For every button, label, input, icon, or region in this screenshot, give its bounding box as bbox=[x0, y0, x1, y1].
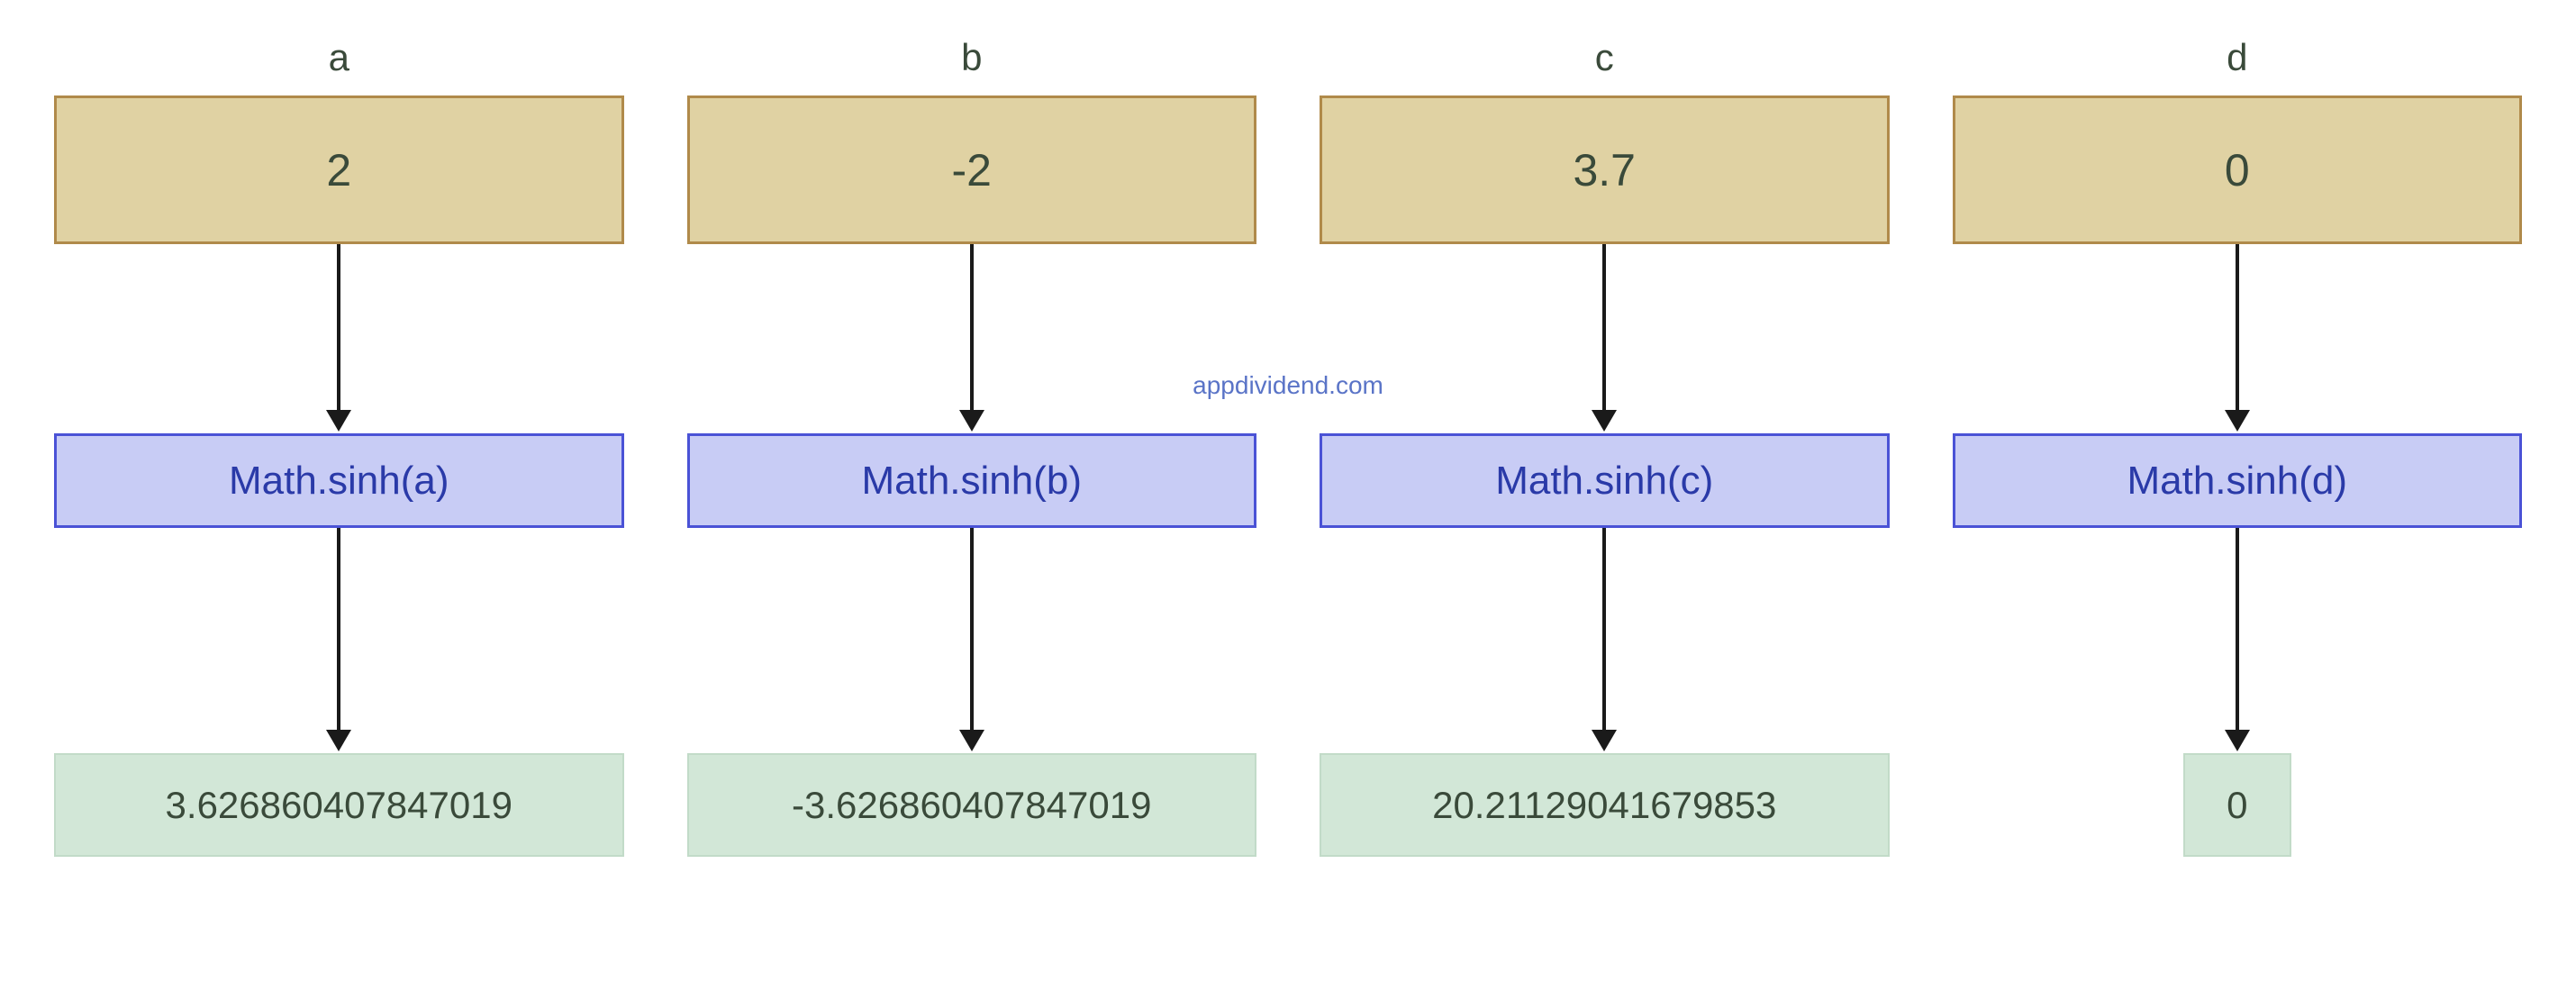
arrow-line-icon bbox=[2236, 528, 2239, 733]
arrow-line-icon bbox=[337, 244, 340, 414]
column-b: b -2 Math.sinh(b) -3.626860407847019 bbox=[687, 36, 1257, 857]
arrow-fn-to-output bbox=[1320, 528, 1890, 753]
arrow-head-icon bbox=[959, 730, 984, 751]
output-box: 20.21129041679853 bbox=[1320, 753, 1890, 857]
function-box: Math.sinh(d) bbox=[1953, 433, 2523, 528]
function-box: Math.sinh(c) bbox=[1320, 433, 1890, 528]
arrow-line-icon bbox=[337, 528, 340, 733]
function-box: Math.sinh(b) bbox=[687, 433, 1257, 528]
arrow-fn-to-output bbox=[1953, 528, 2523, 753]
arrow-fn-to-output bbox=[54, 528, 624, 753]
output-box: -3.626860407847019 bbox=[687, 753, 1257, 857]
arrow-head-icon bbox=[326, 730, 351, 751]
variable-label: d bbox=[2227, 36, 2247, 79]
column-d: d 0 Math.sinh(d) 0 bbox=[1953, 36, 2523, 857]
arrow-input-to-fn bbox=[54, 244, 624, 433]
column-c: c 3.7 Math.sinh(c) 20.21129041679853 bbox=[1320, 36, 1890, 857]
input-box: 0 bbox=[1953, 95, 2523, 244]
watermark-text: appdividend.com bbox=[1187, 369, 1389, 402]
arrow-line-icon bbox=[970, 244, 974, 414]
arrow-head-icon bbox=[2225, 410, 2250, 432]
input-box: -2 bbox=[687, 95, 1257, 244]
input-box: 3.7 bbox=[1320, 95, 1890, 244]
arrow-head-icon bbox=[1592, 730, 1617, 751]
arrow-input-to-fn bbox=[1320, 244, 1890, 433]
arrow-input-to-fn bbox=[687, 244, 1257, 433]
arrow-head-icon bbox=[1592, 410, 1617, 432]
function-box: Math.sinh(a) bbox=[54, 433, 624, 528]
diagram-columns: a 2 Math.sinh(a) 3.626860407847019 b -2 … bbox=[0, 0, 2576, 857]
variable-label: c bbox=[1595, 36, 1614, 79]
arrow-head-icon bbox=[959, 410, 984, 432]
variable-label: b bbox=[961, 36, 982, 79]
arrow-line-icon bbox=[1602, 244, 1606, 414]
output-box: 0 bbox=[2183, 753, 2291, 857]
input-box: 2 bbox=[54, 95, 624, 244]
arrow-line-icon bbox=[2236, 244, 2239, 414]
arrow-input-to-fn bbox=[1953, 244, 2523, 433]
arrow-line-icon bbox=[970, 528, 974, 733]
output-box: 3.626860407847019 bbox=[54, 753, 624, 857]
column-a: a 2 Math.sinh(a) 3.626860407847019 bbox=[54, 36, 624, 857]
arrow-line-icon bbox=[1602, 528, 1606, 733]
arrow-head-icon bbox=[326, 410, 351, 432]
arrow-head-icon bbox=[2225, 730, 2250, 751]
variable-label: a bbox=[329, 36, 349, 79]
arrow-fn-to-output bbox=[687, 528, 1257, 753]
